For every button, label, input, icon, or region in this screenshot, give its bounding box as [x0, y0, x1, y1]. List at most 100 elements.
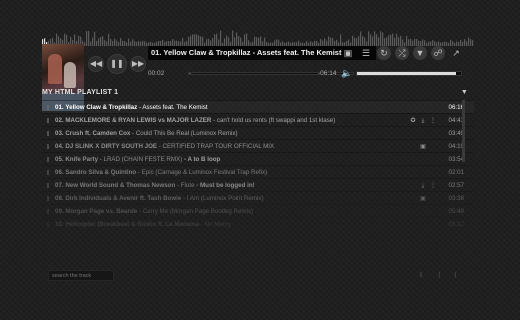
next-button[interactable]: ▶▶	[130, 56, 146, 72]
waveform-bar	[264, 37, 266, 46]
page-next-icon[interactable]: ⟩	[454, 271, 457, 279]
download-all-icon[interactable]: ⇩	[418, 271, 424, 279]
drag-handle-icon[interactable]	[47, 222, 49, 227]
volume-fill	[357, 72, 456, 75]
track-action-2-icon[interactable]: ▣	[418, 193, 428, 204]
waveform-bar	[92, 37, 94, 46]
track-artist: Yellow Claw & Tropkillaz	[65, 104, 138, 111]
track-row[interactable]: 01. Yellow Claw & Tropkillaz - Assets fe…	[42, 100, 474, 113]
waveform-bar	[258, 37, 260, 46]
waveform-bar	[182, 37, 184, 46]
track-duration: 05:48	[448, 208, 464, 215]
drag-handle-icon[interactable]	[47, 118, 49, 123]
track-action-3-icon[interactable]: ⋮	[428, 115, 438, 126]
playlist-panel: MY HTML PLAYLIST 1 ▼ 01. Yellow Claw & T…	[42, 86, 474, 286]
waveform-bar	[374, 31, 376, 46]
waveform-bar	[372, 36, 374, 46]
track-artist: Crush ft. Camden Cox	[65, 130, 131, 137]
drag-handle-icon[interactable]	[47, 144, 49, 149]
waveform-bar	[466, 41, 468, 46]
drag-handle-icon[interactable]	[47, 157, 49, 162]
page-prev-icon[interactable]: ⟨	[438, 271, 441, 279]
track-title: LRAD (CHAIN FESTE RMX)	[103, 156, 183, 163]
play-icon: ❚❚	[110, 59, 124, 68]
track-row[interactable]: 10. Hellcopter (Breakbeat & Rusko ft. La…	[42, 217, 474, 230]
waveform-bar	[388, 35, 390, 46]
repeat-button[interactable]: ↻	[377, 46, 391, 60]
playlist-scrollbar[interactable]	[462, 100, 465, 162]
waveform-bar	[128, 38, 130, 46]
waveform-bar	[144, 41, 146, 46]
prev-button[interactable]: ◀◀	[88, 56, 104, 72]
screen-button[interactable]: ▣	[341, 46, 355, 60]
track-title: CERTIFIED TRAP TOUR OFFICIAL MIX	[162, 143, 275, 150]
track-row[interactable]: 03. Crush ft. Camden Cox - Could This Be…	[42, 126, 474, 139]
volume-slider[interactable]	[356, 71, 462, 76]
drag-handle-icon[interactable]	[47, 131, 49, 136]
share-button[interactable]: ☍	[431, 46, 445, 60]
waveform[interactable]	[42, 28, 474, 46]
track-tag: - A to B loop	[182, 156, 221, 163]
waveform-bar	[320, 38, 322, 46]
waveform-bar	[132, 39, 134, 46]
track-row[interactable]: 02. MACKLEMORE & RYAN LEWIS vs MAJOR LAZ…	[42, 113, 474, 126]
waveform-bar	[464, 39, 466, 46]
waveform-bar	[244, 34, 246, 46]
waveform-bar	[206, 39, 208, 46]
drag-handle-icon[interactable]	[47, 196, 49, 201]
waveform-bar	[104, 40, 106, 46]
playlist-header[interactable]: MY HTML PLAYLIST 1 ▼	[42, 86, 474, 100]
waveform-bar	[190, 35, 192, 46]
track-row[interactable]: 09. Morgan Page vs. Bearde - Carry Me (M…	[42, 204, 474, 217]
waveform-bar	[202, 36, 204, 46]
waveform-bar	[192, 34, 194, 46]
track-artist: Dirk Individuals & Avenir ft. Tash Bowie	[65, 195, 182, 202]
track-action-2-icon[interactable]: ⤓	[418, 180, 428, 191]
track-row[interactable]: 05. Knife Party - LRAD (CHAIN FESTE RMX)…	[42, 152, 474, 165]
waveform-bar	[426, 42, 428, 46]
playlist-toggle-button[interactable]: ☰	[359, 46, 373, 60]
popout-button[interactable]: ↗	[449, 46, 463, 60]
track-action-3-icon[interactable]: ⋮	[428, 180, 438, 191]
waveform-bar	[110, 39, 112, 46]
track-artist: DJ SLINK X DIRTY SOUTH JOE	[65, 143, 158, 150]
track-number: 04.	[55, 143, 64, 150]
waveform-bar	[340, 34, 342, 46]
track-number: 07.	[55, 182, 64, 189]
waveform-bar	[134, 41, 136, 46]
drag-handle-icon[interactable]	[47, 170, 49, 175]
time-remaining: -06:14	[318, 70, 337, 77]
waveform-bar	[102, 35, 104, 46]
waveform-bar	[228, 37, 230, 46]
volume-button[interactable]: 🔈	[340, 66, 354, 80]
search-input[interactable]	[48, 270, 114, 281]
track-row[interactable]: 08. Dirk Individuals & Avenir ft. Tash B…	[42, 191, 474, 204]
track-actions: ⤓ ⋮	[408, 179, 438, 191]
track-row[interactable]: 07. New World Sound & Thomas Newson - Fl…	[42, 178, 474, 191]
waveform-bar	[434, 41, 436, 46]
track-actions	[408, 218, 438, 230]
drag-handle-icon[interactable]	[47, 209, 49, 214]
track-row[interactable]: 06. Sandro Silva & Quintino - Epic (Carn…	[42, 165, 474, 178]
waveform-bar	[382, 32, 384, 46]
waveform-bar	[384, 38, 386, 46]
share-icon: ☍	[433, 48, 443, 58]
play-button[interactable]: ❚❚	[107, 54, 127, 74]
drag-handle-icon[interactable]	[47, 183, 49, 188]
track-action-2-icon[interactable]: ⤓	[418, 115, 428, 126]
track-number: 10.	[55, 221, 64, 228]
track-action-1-icon[interactable]: ✪	[408, 115, 418, 126]
waveform-bar	[246, 33, 248, 46]
shuffle-button[interactable]: ⤮	[395, 46, 409, 60]
waveform-bar	[118, 41, 120, 46]
download-button[interactable]: ▼	[413, 46, 427, 60]
track-actions	[408, 101, 438, 113]
track-action-2-icon[interactable]: ▣	[418, 141, 428, 152]
waveform-bar	[96, 40, 98, 46]
prev-icon: ◀◀	[89, 59, 103, 68]
track-number: 09.	[55, 208, 64, 215]
chevron-down-icon[interactable]: ▼	[461, 86, 468, 100]
drag-handle-icon[interactable]	[47, 105, 49, 110]
waveform-bar	[386, 37, 388, 46]
track-row[interactable]: 04. DJ SLINK X DIRTY SOUTH JOE - CERTIFI…	[42, 139, 474, 152]
